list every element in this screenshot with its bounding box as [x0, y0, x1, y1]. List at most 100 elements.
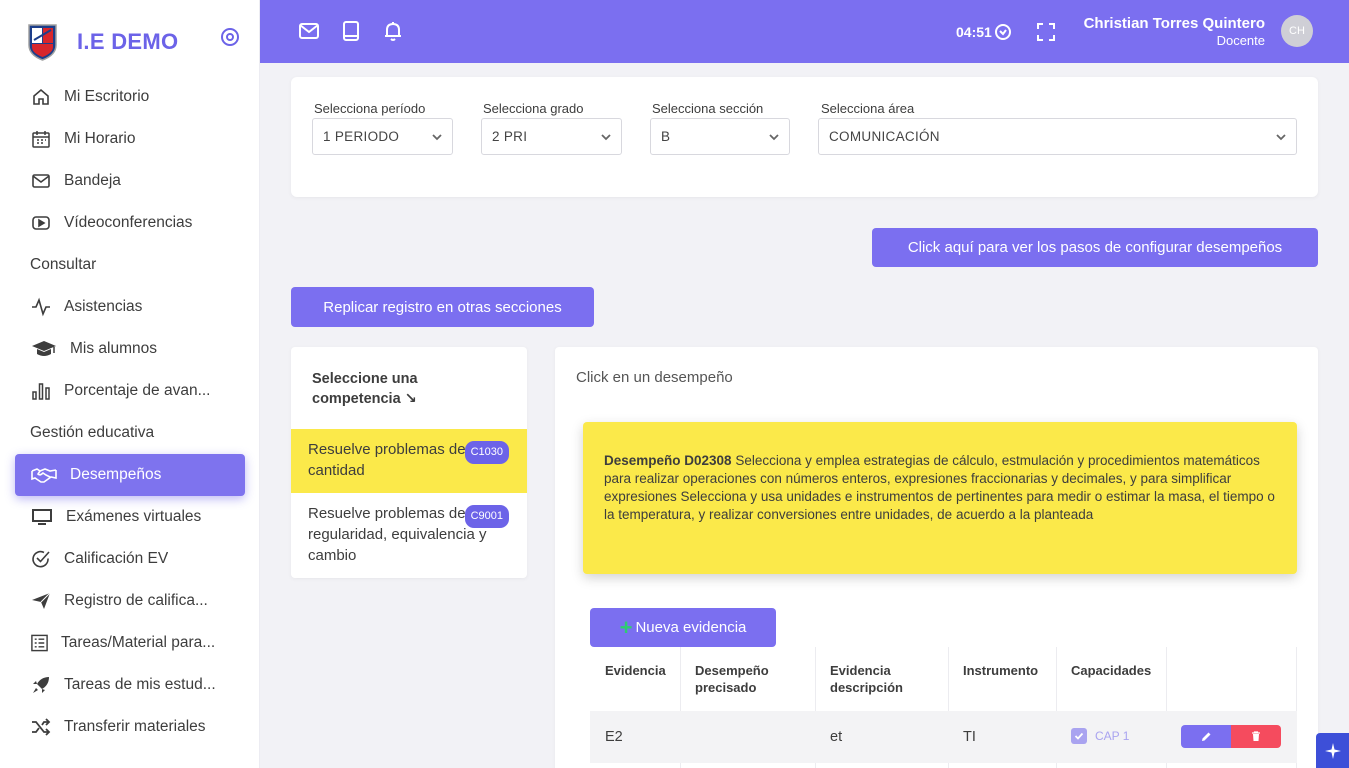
clock-time: 04:51: [956, 24, 992, 40]
competencia-item[interactable]: Resuelve problemas de regularidad, equiv…: [291, 493, 527, 578]
seccion-select[interactable]: B: [650, 118, 790, 155]
user-name[interactable]: Christian Torres Quintero: [1084, 15, 1265, 32]
sidebar-item-label: Registro de califica...: [64, 592, 208, 609]
home-icon: [30, 86, 52, 108]
mail-icon: [30, 170, 52, 192]
sidebar-item-label: Desempeños: [70, 466, 162, 483]
sidebar-item-label: Tareas/Material para...: [61, 634, 216, 651]
desempeno-card-item[interactable]: Desempeño D02308 Selecciona y emplea est…: [583, 422, 1297, 574]
area-value: COMUNICACIÓN: [829, 129, 940, 144]
grado-select[interactable]: 2 PRI: [481, 118, 622, 155]
bell-icon[interactable]: [381, 19, 405, 43]
capacidad-label: CAP 1: [1095, 729, 1130, 743]
sidebar-item-bandeja[interactable]: Bandeja: [0, 160, 260, 202]
competencia-code-badge: C9001: [464, 505, 509, 528]
fullscreen-icon[interactable]: [1036, 22, 1056, 42]
shuffle-icon: [30, 716, 52, 738]
sidebar-item-examenes[interactable]: Exámenes virtuales: [0, 496, 260, 538]
desempeno-hint: Click en un desempeño: [576, 369, 733, 386]
user-role: Docente: [1216, 33, 1265, 48]
evidencias-table: Evidencia Desempeño precisado Evidencia …: [590, 647, 1297, 768]
grado-value: 2 PRI: [492, 129, 528, 144]
mail-icon[interactable]: [297, 19, 321, 43]
sidebar-item-transferir[interactable]: Transferir materiales: [0, 706, 260, 748]
seccion-value: B: [661, 129, 671, 144]
cell-instrumento: TI: [963, 729, 976, 745]
sidebar-toggle-icon[interactable]: [220, 27, 240, 47]
sidebar-item-label: Mis alumnos: [70, 340, 157, 357]
sidebar-section-consultar: Consultar: [30, 256, 97, 273]
th-desempeno-precisado: Desempeño precisado: [695, 663, 769, 695]
sidebar-item-label: Bandeja: [64, 172, 121, 189]
monitor-icon: [30, 506, 54, 528]
edit-button[interactable]: [1181, 725, 1231, 748]
chevron-down-icon: [601, 134, 611, 141]
sidebar-item-registro-calificaciones[interactable]: Registro de califica...: [0, 580, 260, 622]
periodo-select[interactable]: 1 PERIODO: [312, 118, 453, 155]
area-select[interactable]: COMUNICACIÓN: [818, 118, 1297, 155]
sidebar-item-asistencias[interactable]: Asistencias: [0, 286, 260, 328]
competencia-label: Resuelve problemas de regularidad, equiv…: [308, 505, 487, 564]
school-crest-icon: [28, 24, 57, 61]
rocket-icon: [30, 674, 52, 696]
sidebar-section-gestion: Gestión educativa: [30, 424, 155, 441]
avatar[interactable]: CH: [1281, 15, 1313, 47]
sidebar-item-mi-escritorio[interactable]: Mi Escritorio: [0, 76, 260, 118]
nueva-evidencia-button[interactable]: + Nueva evidencia: [590, 608, 776, 647]
sidebar-item-label: Asistencias: [64, 298, 143, 315]
competencia-item[interactable]: Resuelve problemas de cantidad C1030: [291, 429, 527, 493]
filters-card: Selecciona período 1 PERIODO Selecciona …: [291, 77, 1318, 197]
competencia-label: Resuelve problemas de cantidad: [308, 441, 466, 479]
cell-capacidad: CAP 1: [1071, 728, 1129, 744]
delete-button[interactable]: [1231, 725, 1281, 748]
th-evidencia-descripcion: Evidencia descripción: [830, 663, 903, 695]
sidebar-item-tareas-estudiantes[interactable]: Tareas de mis estud...: [0, 664, 260, 706]
competencias-card: Seleccione una competencia ↘ Resuelve pr…: [291, 347, 527, 578]
trash-icon: [1252, 731, 1260, 741]
handshake-icon: [30, 464, 58, 486]
video-icon: [30, 212, 52, 234]
graduation-cap-icon: [30, 338, 58, 360]
pencil-icon: [1201, 732, 1210, 741]
list-icon: [30, 632, 49, 654]
periodo-value: 1 PERIODO: [323, 129, 400, 144]
sidebar: I.E DEMO Mi Escritorio Mi Horario Bandej…: [0, 0, 260, 768]
calendar-icon: [30, 128, 52, 150]
sparkle-icon: [1324, 742, 1341, 759]
sidebar-item-videoconferencias[interactable]: Vídeoconferencias: [0, 202, 260, 244]
sidebar-item-mi-horario[interactable]: Mi Horario: [0, 118, 260, 160]
sidebar-item-label: Tareas de mis estud...: [64, 676, 216, 693]
sidebar-item-mis-alumnos[interactable]: Mis alumnos: [0, 328, 260, 370]
grado-label: Selecciona grado: [483, 101, 584, 116]
send-icon: [30, 590, 52, 612]
sidebar-item-tareas-material[interactable]: Tareas/Material para...: [0, 622, 260, 664]
th-capacidades: Capacidades: [1071, 663, 1152, 678]
sidebar-item-porcentaje[interactable]: Porcentaje de avan...: [0, 370, 260, 412]
seccion-label: Selecciona sección: [652, 101, 764, 116]
clock: 04:51: [956, 23, 1012, 41]
competencias-title: Seleccione una competencia ↘: [312, 371, 418, 407]
sidebar-item-label: Mi Horario: [64, 130, 136, 147]
check-icon: [1074, 732, 1084, 740]
sparkle-widget-button[interactable]: [1316, 733, 1349, 768]
desempeno-title: Desempeño D02308: [604, 453, 732, 468]
table-row[interactable]: E2 et TI CAP 1: [590, 711, 1297, 763]
th-evidencia: Evidencia: [605, 663, 666, 678]
sidebar-item-label: Vídeoconferencias: [64, 214, 193, 231]
sidebar-nav: Mi Escritorio Mi Horario Bandeja Vídeoco…: [0, 76, 260, 748]
plus-icon: +: [619, 614, 633, 640]
periodo-label: Selecciona período: [314, 101, 426, 116]
table-header: Evidencia Desempeño precisado Evidencia …: [590, 647, 1297, 711]
sidebar-item-label: Porcentaje de avan...: [64, 382, 211, 399]
pasos-button[interactable]: Click aquí para ver los pasos de configu…: [872, 228, 1318, 267]
sidebar-item-desempenos[interactable]: Desempeños: [15, 454, 245, 496]
sidebar-item-calificacion-ev[interactable]: Calificación EV: [0, 538, 260, 580]
brand-name: I.E DEMO: [77, 29, 179, 54]
nueva-evidencia-label: Nueva evidencia: [635, 619, 747, 636]
replicar-button[interactable]: Replicar registro en otras secciones: [291, 287, 594, 327]
checkbox-checked[interactable]: [1071, 728, 1087, 744]
chevron-down-icon: [432, 134, 442, 141]
sidebar-item-label: Mi Escritorio: [64, 88, 150, 105]
book-icon[interactable]: [339, 19, 363, 43]
clock-icon: [994, 24, 1011, 40]
